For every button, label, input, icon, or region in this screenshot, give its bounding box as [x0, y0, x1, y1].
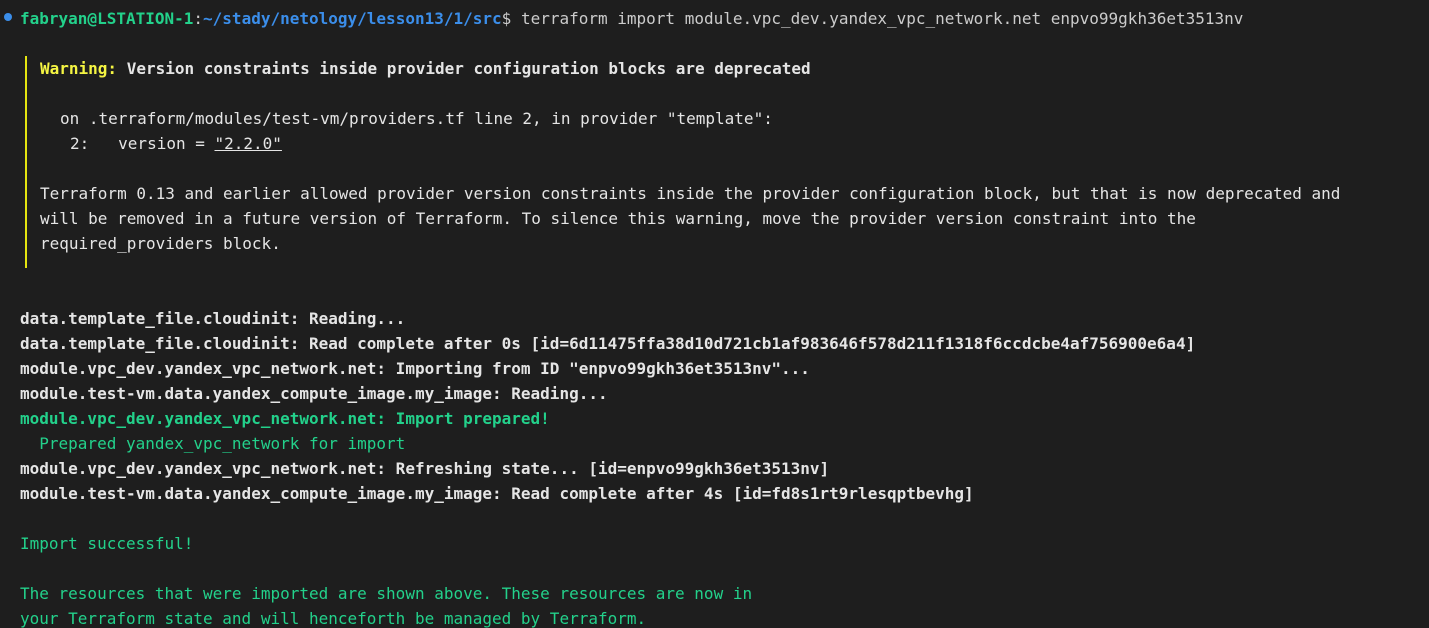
result-note-line: your Terraform state and will henceforth…: [20, 609, 647, 628]
warning-code-value: "2.2.0": [214, 134, 282, 153]
warning-title: Version constraints inside provider conf…: [126, 59, 811, 78]
log-line: module.vpc_dev.yandex_vpc_network.net: I…: [20, 359, 810, 378]
warning-body-line: will be removed in a future version of T…: [40, 209, 1196, 228]
prompt-dollar: $: [501, 9, 512, 28]
warning-heading: Warning: Version constraints inside prov…: [40, 56, 811, 81]
log-line: module.vpc_dev.yandex_vpc_network.net: R…: [20, 459, 830, 478]
prompt-command: terraform import module.vpc_dev.yandex_v…: [520, 9, 1244, 28]
warning-label: Warning:: [40, 59, 118, 78]
log-line: data.template_file.cloudinit: Read compl…: [20, 334, 1196, 353]
prompt-status-dot-icon: [4, 13, 12, 21]
log-line-import-prepared: module.vpc_dev.yandex_vpc_network.net: I…: [20, 409, 550, 428]
result-note-line: The resources that were imported are sho…: [20, 584, 753, 603]
prompt-line: fabryan@LSTATION-1:~/stady/netology/less…: [20, 6, 1243, 31]
warning-code-line: 2: version = "2.2.0": [70, 131, 282, 156]
prompt-user-host: fabryan@LSTATION-1: [20, 9, 194, 28]
warning-location: on .terraform/modules/test-vm/providers.…: [60, 109, 773, 128]
log-line: data.template_file.cloudinit: Reading...: [20, 309, 406, 328]
prompt-path: ~/stady/netology/lesson13/1/src: [203, 9, 502, 28]
warning-body-line: Terraform 0.13 and earlier allowed provi…: [40, 184, 1341, 203]
log-line: module.test-vm.data.yandex_compute_image…: [20, 384, 608, 403]
log-line-prepared-detail: Prepared yandex_vpc_network for import: [20, 434, 406, 453]
warning-sidebar: [25, 56, 27, 268]
import-success-message: Import successful!: [20, 534, 194, 553]
warning-code-prefix: 2: version =: [70, 134, 215, 153]
warning-body-line: required_providers block.: [40, 234, 281, 253]
log-line: module.test-vm.data.yandex_compute_image…: [20, 484, 974, 503]
prompt-separator: :: [193, 9, 204, 28]
